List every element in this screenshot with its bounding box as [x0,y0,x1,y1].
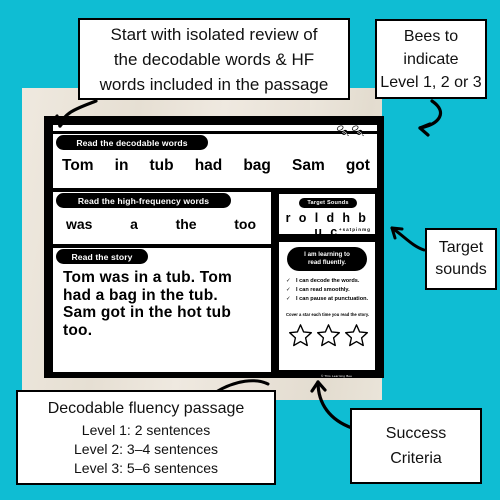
callout-line: indicate [403,50,459,68]
callout-isolated-review: Start with isolated review of the decoda… [78,18,350,100]
callout-bees-level: Bees to indicate Level 1, 2 or 3 [375,19,487,99]
callout-line: Start with isolated review of [110,24,318,44]
callout-level: Level 3: 5–6 sentences [74,459,218,476]
callout-level: Level 1: 2 sentences [81,421,211,438]
callout-line: Bees to [403,27,459,45]
callout-title: Decodable fluency passage [47,399,245,417]
callout-line: Success [385,425,447,442]
callout-line: words included in the passage [99,74,329,94]
callout-fluency-levels: Decodable fluency passage Level 1: 2 sen… [16,390,276,485]
callout-line: Level 1, 2 or 3 [380,73,482,91]
callout-line: sounds [435,261,487,278]
callout-line: Criteria [390,450,442,467]
callout-line: the decodable words & HF [113,49,315,69]
callout-line: Target [438,239,484,256]
callout-level: Level 2: 3–4 sentences [74,440,218,457]
callout-success-criteria: Success Criteria [350,408,482,484]
callout-target-sounds: Target sounds [425,228,497,290]
